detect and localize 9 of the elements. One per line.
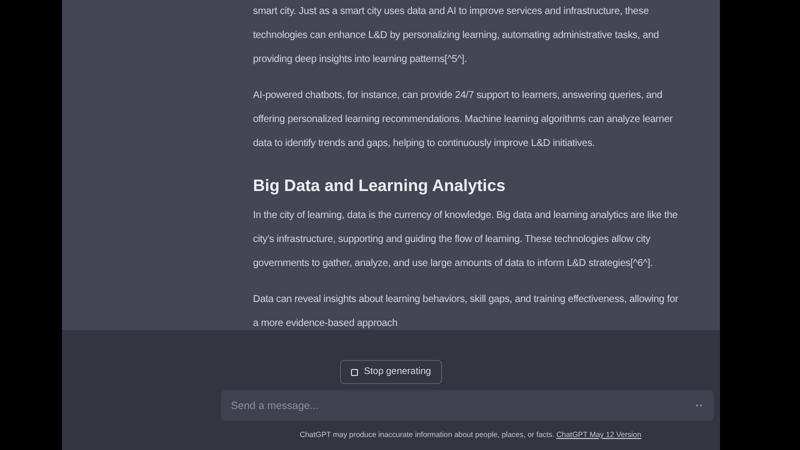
paragraph: AI-powered chatbots, for instance, can provide 24/7 support to learners, answering queries, and offering personalized learning recommendations. Machine learning algorithms can analyze learner data to identify trends and gaps, helping to continuously improve L&D initiatives. [253, 89, 674, 151]
paragraph: In the city of learning, data is the currency of knowledge. Big data and learning analytics are like the city's infrastructure, supporting and guiding the flow of learning. These technologies allow city governments to gather, analyze, and use large amounts of data to inform L&D strategies[^6^]. [253, 209, 679, 271]
paragraph: smart city. Just as a smart city uses data and AI to improve services and infrastructure, these technologies can enhance L&D by personalizing learning, automating administrative tasks, and providing deep insights into learning patterns[^5^]. [253, 5, 660, 67]
stop-icon [350, 368, 358, 376]
section-heading: Big Data and Learning Analytics [253, 176, 506, 197]
paragraph: Data can reveal insights about learning behaviors, skill gaps, and training effectiveness, allowing for a more evidence-based approach [253, 293, 680, 331]
stop-generating-button[interactable]: Stop generating [340, 360, 442, 384]
message-input[interactable]: Send a message... [221, 390, 714, 421]
dots-icon [696, 404, 702, 407]
